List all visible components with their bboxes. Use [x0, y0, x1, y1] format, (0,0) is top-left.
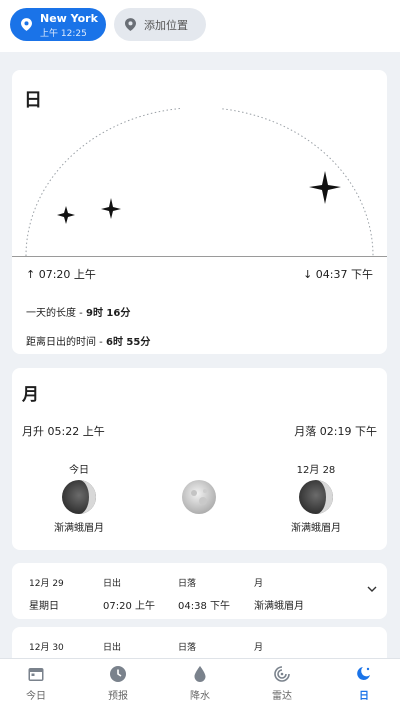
- arrow-down-icon: ↓: [303, 268, 313, 281]
- nav-radar[interactable]: 雷达: [252, 665, 312, 702]
- radar-icon: [274, 666, 290, 682]
- day-date: 12月 30: [29, 643, 64, 653]
- nav-forecast[interactable]: 预报: [88, 665, 148, 702]
- moon-phase-today: 今日 渐满蛾眉月: [54, 465, 104, 534]
- location-pin-icon: [21, 18, 32, 31]
- sunset-label: 日落: [178, 579, 197, 589]
- moon-phase-icon: [62, 480, 96, 514]
- sunset-time: ↓ 04:37 下午: [303, 268, 373, 281]
- location-bar: New York 上午 12:25 添加位置: [0, 0, 400, 52]
- time-until-sunrise: 距离日出的时间 - 6时 55分: [26, 337, 151, 348]
- nav-today[interactable]: 今日: [6, 665, 66, 702]
- sunset-value: 04:38 下午: [178, 601, 230, 612]
- chevron-down-icon[interactable]: [367, 585, 377, 593]
- moon-section-title: 月: [22, 385, 39, 405]
- location-city: New York: [40, 12, 98, 25]
- day-weekday: 星期日: [29, 601, 59, 612]
- arrow-up-icon: ↑: [26, 268, 36, 281]
- current-location-chip[interactable]: New York 上午 12:25: [10, 8, 106, 41]
- add-location-chip[interactable]: 添加位置: [114, 8, 206, 41]
- clock-icon: [110, 666, 126, 682]
- nav-sun[interactable]: 日: [334, 665, 394, 702]
- moonset-time: 月落 02:19 下午: [294, 425, 377, 438]
- full-moon-icon: [182, 480, 216, 514]
- sun-star-icon: [309, 171, 341, 204]
- horizon-line: [12, 256, 387, 257]
- moon-label: 月: [254, 643, 264, 653]
- moon-phase-dec28: 12月 28 渐满蛾眉月: [291, 465, 341, 534]
- add-location-label: 添加位置: [144, 19, 188, 32]
- sunrise-label: 日出: [103, 643, 122, 653]
- location-pin-icon: [125, 18, 136, 31]
- sunset-label: 日落: [178, 643, 197, 653]
- location-time: 上午 12:25: [40, 29, 87, 39]
- moon-value: 渐满蛾眉月: [254, 601, 304, 612]
- sunrise-label: 日出: [103, 579, 122, 589]
- water-drop-icon: [194, 666, 206, 682]
- moon-card: 月 月升 05:22 上午 月落 02:19 下午 今日 渐满蛾眉月 12月 2…: [12, 368, 387, 550]
- moon-phase-icon: [299, 480, 333, 514]
- calendar-icon: [28, 668, 44, 681]
- nav-precipitation[interactable]: 降水: [170, 665, 230, 702]
- sunrise-time: ↑ 07:20 上午: [26, 268, 96, 281]
- sunrise-value: 07:20 上午: [103, 601, 155, 612]
- sun-card: 日 ↑ 07:20 上午 ↓ 04:37 下午 一天的长度 - 9时 16分 距…: [12, 70, 387, 354]
- star-icon: [57, 206, 75, 224]
- sun-moon-icon: [357, 667, 370, 680]
- moon-phase-middle: [154, 461, 244, 519]
- day-length: 一天的长度 - 9时 16分: [26, 308, 131, 319]
- day-date: 12月 29: [29, 579, 64, 589]
- sun-arc-diagram: [25, 106, 374, 256]
- star-icon: [101, 198, 121, 219]
- moonrise-time: 月升 05:22 上午: [22, 425, 105, 438]
- moon-label: 月: [254, 579, 264, 589]
- day-row[interactable]: 12月 29 星期日 日出 07:20 上午 日落 04:38 下午 月 渐满蛾…: [12, 563, 387, 619]
- bottom-navigation: 今日 预报 降水 雷达 日: [0, 658, 400, 708]
